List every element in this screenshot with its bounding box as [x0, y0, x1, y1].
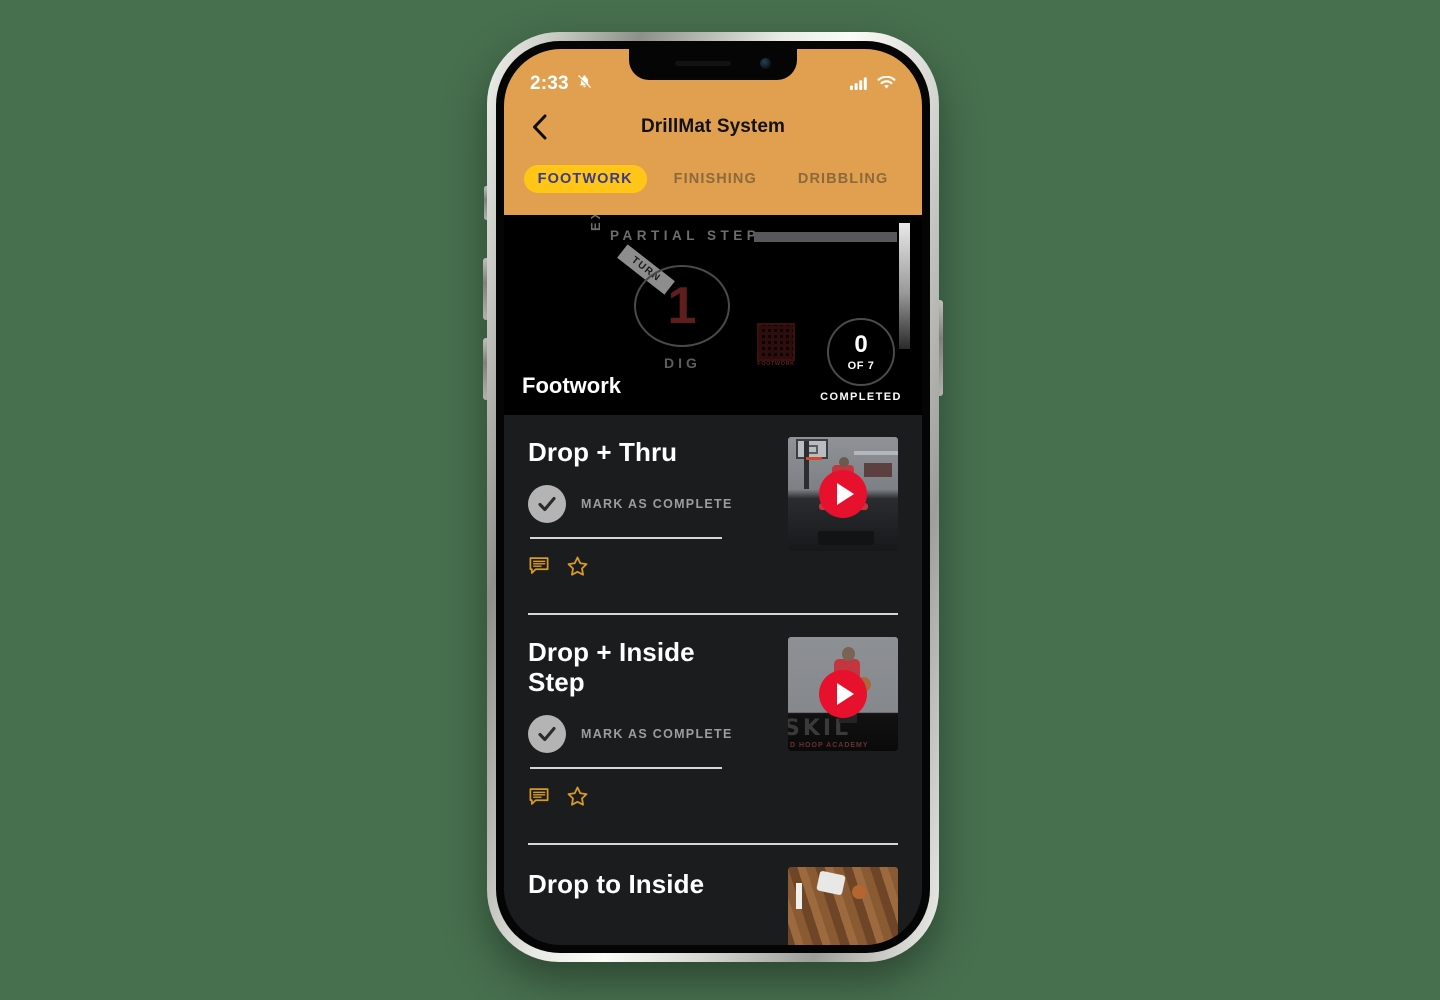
drill-thumbnail[interactable]: SKIL D HOOP ACADEMY — [788, 636, 898, 751]
play-button-icon[interactable] — [819, 470, 867, 518]
status-bar-left: 2:33 — [530, 73, 593, 95]
star-outline-icon[interactable] — [566, 555, 589, 583]
back-button[interactable] — [526, 114, 552, 140]
check-circle-icon[interactable] — [528, 715, 566, 754]
play-triangle — [836, 483, 854, 505]
progress-label: COMPLETED — [820, 391, 902, 403]
front-camera-icon — [760, 58, 771, 69]
check-circle-icon[interactable] — [528, 484, 566, 523]
mat-circle: 1 — [634, 265, 730, 347]
training-mat — [818, 531, 874, 545]
drill-row: Drop to Inside — [528, 867, 898, 945]
drill-row: Drop + Thru MARK AS COMPLETE — [528, 437, 898, 583]
earpiece-speaker — [675, 61, 731, 66]
tab-dribbling[interactable]: DRIBBLING — [784, 165, 902, 193]
hero-title: Footwork — [522, 373, 621, 398]
drill-thumbnail[interactable] — [788, 437, 898, 551]
notch — [629, 49, 797, 80]
mark-complete-control[interactable]: MARK AS COMPLETE — [528, 715, 772, 754]
comment-icon[interactable] — [528, 555, 550, 582]
card-inner-rule — [530, 767, 722, 770]
progress-total: OF 7 — [847, 359, 875, 372]
drill-content: Drop to Inside — [528, 867, 772, 900]
player-head — [839, 457, 849, 467]
page-title: DrillMat System — [640, 116, 786, 137]
progress-circle: 0 OF 7 — [827, 318, 895, 386]
screenshot-stage: 2:33 DrillMat System FOOTWORK FINISHING … — [0, 0, 1440, 1000]
wifi-icon — [877, 75, 896, 95]
drill-actions — [528, 785, 772, 813]
play-button-icon[interactable] — [819, 669, 867, 718]
cellular-signal-icon — [850, 76, 869, 95]
status-time: 2:33 — [530, 73, 569, 94]
category-tab-bar: FOOTWORK FINISHING DRIBBLING — [504, 157, 922, 215]
mat-label-dig: DIG — [664, 355, 701, 371]
drill-card[interactable]: Drop + Inside Step MARK AS COMPLETE SKIL… — [504, 615, 922, 846]
white-object — [816, 870, 846, 896]
hero-banner[interactable]: EXTENDED STOP PARTIAL STEP TURN 1 DIG FO… — [504, 215, 922, 415]
mark-complete-label: MARK AS COMPLETE — [581, 496, 733, 511]
mark-complete-control[interactable]: MARK AS COMPLETE — [528, 484, 772, 523]
mat-label-partial-step: PARTIAL STEP — [610, 228, 761, 243]
card-inner-rule — [530, 536, 722, 539]
drill-row: Drop + Inside Step MARK AS COMPLETE SKIL… — [528, 636, 898, 813]
hoop-pole — [804, 441, 809, 489]
drill-actions — [528, 555, 772, 583]
mat-brand-subtext: D HOOP ACADEMY — [790, 741, 869, 749]
drill-list: Drop + Thru MARK AS COMPLETE Drop + Insi… — [504, 415, 922, 945]
player-head — [842, 646, 855, 661]
navigation-bar: DrillMat System — [504, 97, 922, 157]
mat-label-extended-stop: EXTENDED STOP — [588, 215, 603, 231]
phone-bezel: 2:33 DrillMat System FOOTWORK FINISHING … — [496, 41, 930, 953]
gym-shelf — [864, 463, 892, 477]
basketball — [852, 885, 866, 900]
tab-finishing[interactable]: FINISHING — [660, 165, 771, 193]
chevron-left-icon — [532, 114, 546, 140]
bell-slash-icon — [576, 73, 593, 95]
drill-title: Drop + Thru — [528, 437, 678, 467]
status-bar-right — [850, 75, 896, 95]
drill-thumbnail[interactable] — [788, 867, 898, 945]
mat-bar — [754, 232, 897, 242]
mark-complete-label: MARK AS COMPLETE — [581, 727, 733, 742]
play-triangle — [836, 682, 854, 705]
mat-number: 1 — [667, 277, 697, 335]
hoop-rim — [806, 457, 822, 460]
drill-content: Drop + Inside Step MARK AS COMPLETE — [528, 637, 772, 813]
qr-code-icon — [757, 323, 795, 361]
drill-title: Drop to Inside — [528, 869, 705, 900]
progress-count: 0 — [854, 330, 868, 358]
gym-post — [796, 883, 802, 910]
drill-card[interactable]: Drop + Thru MARK AS COMPLETE — [504, 415, 922, 615]
tab-footwork[interactable]: FOOTWORK — [523, 165, 647, 193]
progress-indicator: 0 OF 7 COMPLETED — [818, 318, 904, 403]
drill-title: Drop + Inside Step — [528, 636, 695, 698]
gym-wall-line — [854, 451, 898, 455]
thumbnail-image — [788, 867, 898, 945]
drill-content: Drop + Thru MARK AS COMPLETE — [528, 437, 772, 583]
qr-code-label: FOOTWORK — [757, 361, 795, 367]
phone-frame: 2:33 DrillMat System FOOTWORK FINISHING … — [487, 32, 939, 962]
comment-icon[interactable] — [528, 786, 550, 813]
star-outline-icon[interactable] — [566, 785, 589, 813]
drill-card[interactable]: Drop to Inside — [504, 845, 922, 945]
phone-screen: 2:33 DrillMat System FOOTWORK FINISHING … — [504, 49, 922, 945]
